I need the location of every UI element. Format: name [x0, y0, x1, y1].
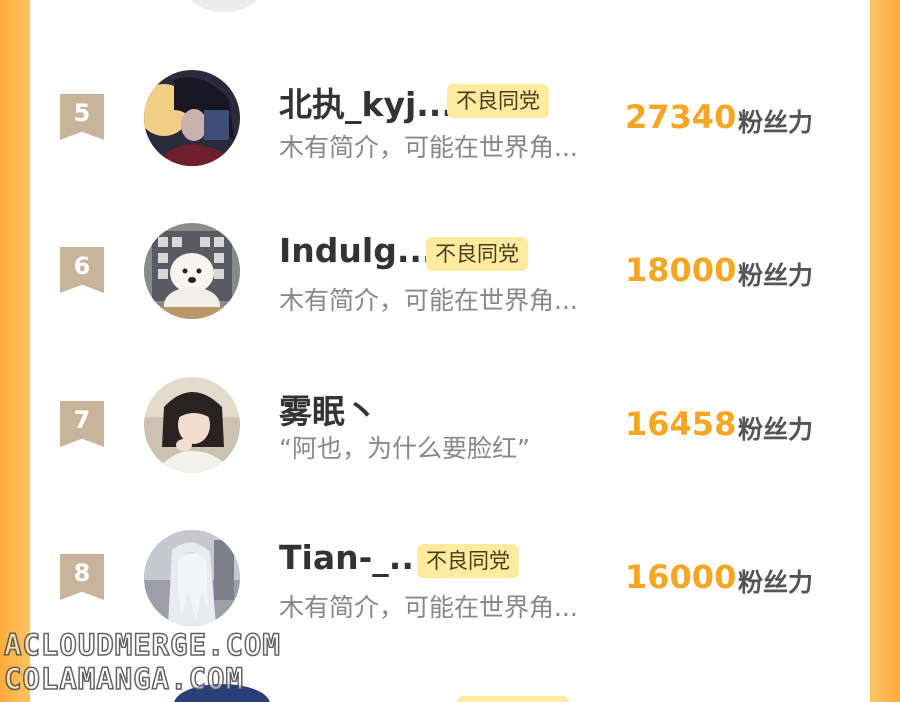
- avatar[interactable]: [144, 530, 240, 626]
- list-item[interactable]: 7 雾眠丶 “阿也，为什么要脸红” 16458 粉丝力: [30, 377, 870, 487]
- user-bio: 木有简介，可能在世界角...: [279, 133, 578, 162]
- user-bio: 木有简介，可能在世界角...: [279, 593, 578, 622]
- user-name[interactable]: Indulg...: [279, 231, 434, 270]
- rank-ribbon: 5: [60, 94, 104, 140]
- avatar[interactable]: [144, 223, 240, 319]
- fan-power-score: 27340: [625, 98, 737, 136]
- group-badge: 不良同党: [426, 237, 528, 271]
- user-bio: 木有简介，可能在世界角...: [279, 286, 578, 315]
- fan-power-unit: 粉丝力: [738, 568, 814, 597]
- fan-power-unit: 粉丝力: [738, 108, 814, 137]
- fan-power-unit: 粉丝力: [738, 415, 814, 444]
- user-bio: “阿也，为什么要脸红”: [279, 434, 530, 463]
- list-item[interactable]: 8 Tian-_... 不良同党 木有简介，可能在世界角... 16000 粉丝…: [30, 530, 870, 640]
- rank-ribbon: 8: [60, 554, 104, 600]
- rank-ribbon: 7: [60, 401, 104, 447]
- fan-power-score: 16000: [625, 558, 737, 596]
- group-badge: 不良同党: [417, 544, 519, 578]
- avatar[interactable]: [144, 377, 240, 473]
- avatar[interactable]: [185, 0, 263, 12]
- watermark: ACLOUDMERGE.COM: [3, 627, 281, 663]
- user-name[interactable]: 雾眠丶: [279, 385, 378, 433]
- user-name[interactable]: 北执_kyj...: [279, 78, 454, 126]
- watermark: COLAMANGA.COM: [3, 661, 244, 697]
- fan-power-score: 16458: [625, 405, 737, 443]
- list-item[interactable]: 5 北执_kyj... 不良同党 木有简介，可能在世界角... 27340 粉丝…: [30, 70, 870, 180]
- avatar[interactable]: [144, 70, 240, 166]
- user-name[interactable]: Tian-_...: [279, 538, 426, 577]
- group-badge: 不良同党: [447, 84, 549, 118]
- list-item[interactable]: 6 Indulg... 不良同党 木有简介，可能在世界角... 18000 粉丝…: [30, 223, 870, 333]
- fan-power-score: 18000: [625, 251, 737, 289]
- rank-ribbon: 6: [60, 247, 104, 293]
- group-badge: [457, 696, 569, 702]
- fan-power-unit: 粉丝力: [738, 261, 814, 290]
